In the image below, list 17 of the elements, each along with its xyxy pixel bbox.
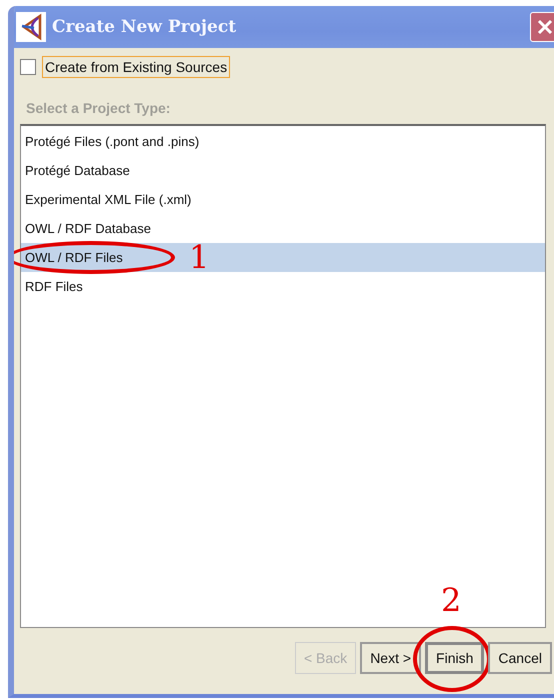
annotation-number: 2	[441, 584, 462, 616]
close-icon	[536, 18, 554, 36]
list-item[interactable]: Experimental XML File (.xml)	[21, 185, 545, 214]
list-item[interactable]: Protégé Files (.pont and .pins)	[21, 127, 545, 156]
list-item[interactable]: OWL / RDF Database	[21, 214, 545, 243]
close-button[interactable]	[530, 12, 554, 42]
dialog-button[interactable]: Next >	[360, 642, 422, 674]
logo-icon	[16, 12, 46, 42]
dialog-button[interactable]: Cancel	[488, 642, 552, 674]
list-item[interactable]: Protégé Database	[21, 156, 545, 185]
section-heading: Select a Project Type:	[26, 100, 172, 116]
annotation-number: 1	[189, 241, 210, 273]
window-title: Create New Project	[52, 17, 238, 37]
checkbox-label[interactable]: Create from Existing Sources	[42, 56, 230, 78]
list-item[interactable]: RDF Files	[21, 272, 545, 301]
dialog-button[interactable]: Finish	[425, 642, 484, 674]
checkbox[interactable]	[20, 59, 36, 75]
